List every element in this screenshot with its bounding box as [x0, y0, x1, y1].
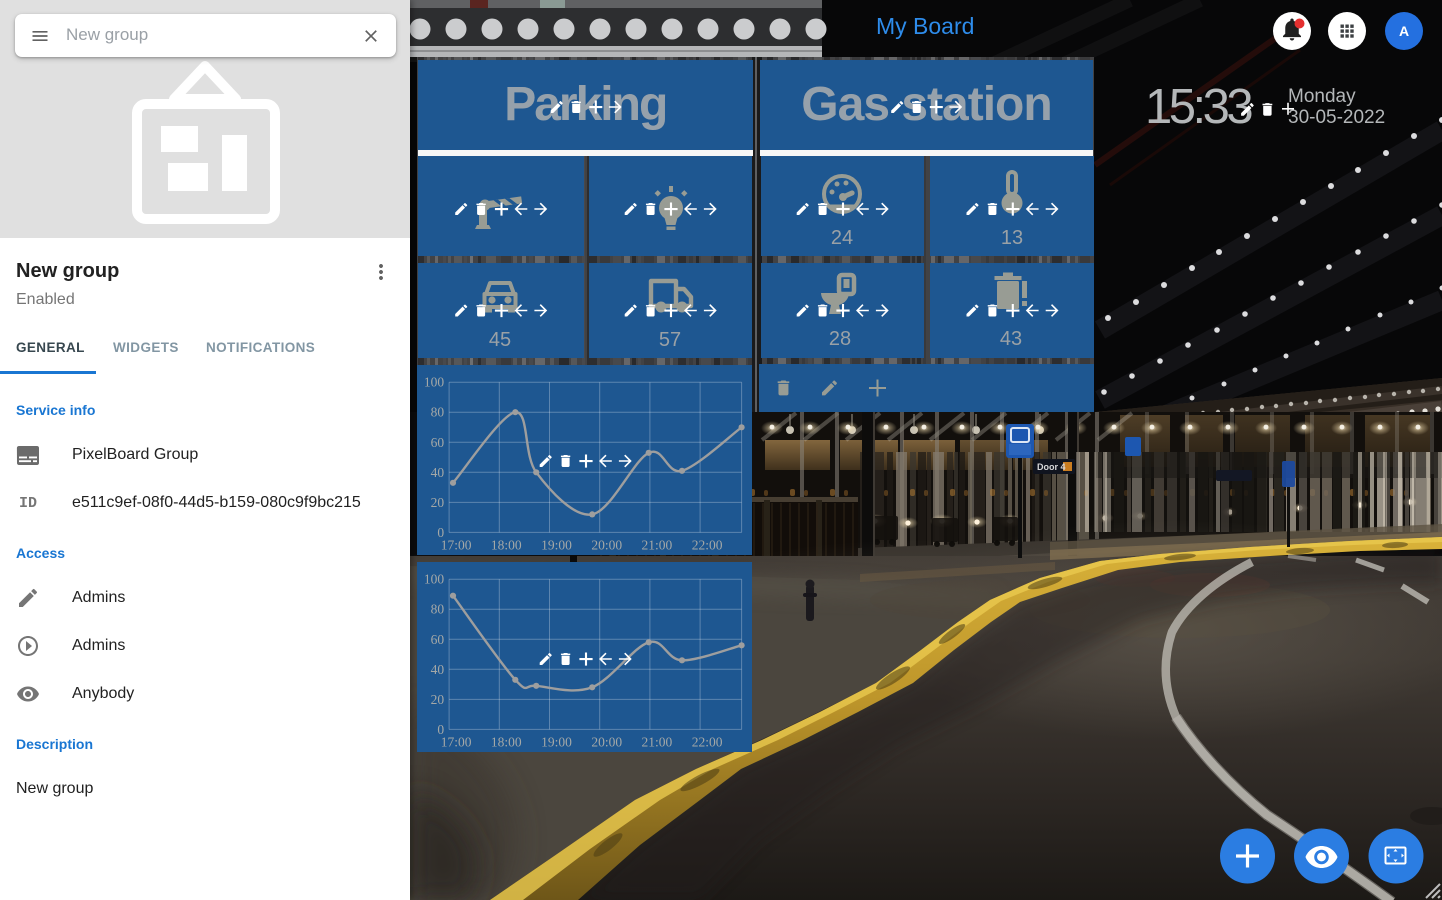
- svg-text:22:00: 22:00: [692, 537, 723, 552]
- svg-text:20:00: 20:00: [591, 537, 622, 552]
- svg-text:A: A: [1399, 23, 1409, 39]
- svg-text:100: 100: [424, 572, 445, 587]
- svg-text:20:00: 20:00: [591, 734, 622, 749]
- svg-text:18:00: 18:00: [491, 734, 522, 749]
- svg-text:20: 20: [431, 692, 445, 707]
- svg-text:20: 20: [431, 495, 445, 510]
- svg-text:19:00: 19:00: [541, 734, 572, 749]
- svg-text:100: 100: [424, 375, 445, 390]
- svg-text:24: 24: [831, 227, 853, 249]
- svg-text:18:00: 18:00: [491, 537, 522, 552]
- svg-text:80: 80: [431, 405, 445, 420]
- svg-text:19:00: 19:00: [541, 537, 572, 552]
- svg-text:21:00: 21:00: [642, 537, 673, 552]
- svg-text:21:00: 21:00: [642, 734, 673, 749]
- svg-text:40: 40: [431, 465, 445, 480]
- svg-text:43: 43: [999, 328, 1021, 350]
- svg-text:80: 80: [431, 602, 445, 617]
- svg-text:17:00: 17:00: [441, 734, 472, 749]
- svg-text:60: 60: [431, 435, 445, 450]
- svg-text:60: 60: [431, 632, 445, 647]
- svg-text:57: 57: [659, 329, 681, 351]
- svg-text:28: 28: [829, 328, 851, 350]
- svg-text:40: 40: [431, 662, 445, 677]
- svg-text:13: 13: [1000, 227, 1022, 249]
- svg-text:Door 4: Door 4: [1037, 462, 1066, 472]
- svg-text:45: 45: [489, 329, 511, 351]
- svg-text:22:00: 22:00: [692, 734, 723, 749]
- svg-text:17:00: 17:00: [441, 537, 472, 552]
